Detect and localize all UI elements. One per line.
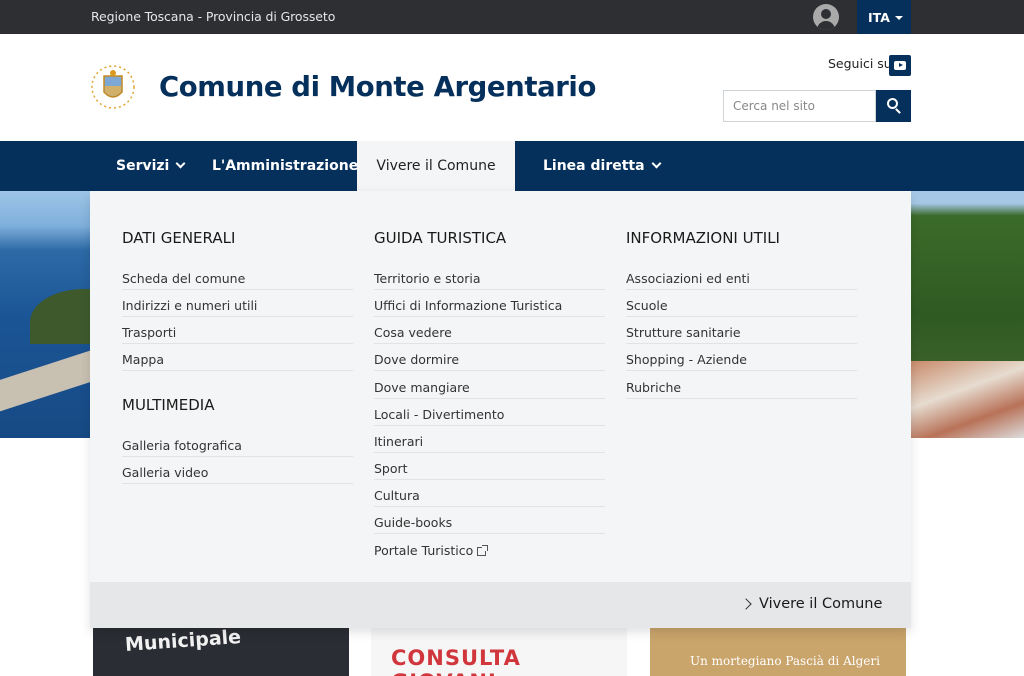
menu-link-dove-mangiare[interactable]: Dove mangiare <box>374 372 605 399</box>
hero-image-right <box>911 191 1024 438</box>
menu-link-locali[interactable]: Locali - Divertimento <box>374 399 605 426</box>
language-label: ITA <box>868 10 890 25</box>
menu-link-galleria-video[interactable]: Galleria video <box>122 457 353 484</box>
site-title[interactable]: Comune di Monte Argentario <box>159 71 596 103</box>
card-text: CONSULTA GIOVANI <box>391 646 521 676</box>
caret-down-icon <box>894 16 903 20</box>
menu-link-galleria-fotografica[interactable]: Galleria fotografica <box>122 430 353 457</box>
menu-link-itinerari[interactable]: Itinerari <box>374 426 605 453</box>
menu-link-trasporti[interactable]: Trasporti <box>122 317 353 344</box>
menu-link-cultura[interactable]: Cultura <box>374 480 605 507</box>
menu-link-mappa[interactable]: Mappa <box>122 344 353 371</box>
news-card-consulta-giovani[interactable]: CONSULTA GIOVANI <box>371 628 627 676</box>
chevron-right-icon <box>740 598 752 610</box>
section-title: GUIDA TURISTICA <box>374 229 507 247</box>
search-button[interactable] <box>876 90 911 122</box>
nav-item-servizi[interactable]: Servizi <box>116 141 186 191</box>
nav-item-vivere-il-comune[interactable]: Vivere il Comune <box>357 141 515 191</box>
region-label[interactable]: Regione Toscana - Provincia di Grosseto <box>91 9 335 24</box>
nav-item-amministrazione[interactable]: L'Amministrazione <box>212 141 375 191</box>
card-text: Un mortegiano Pascià di Algeri <box>690 654 880 668</box>
menu-link-guide-books[interactable]: Guide-books <box>374 507 605 534</box>
menu-link-shopping[interactable]: Shopping - Aziende <box>626 344 857 371</box>
top-bar: Regione Toscana - Provincia di Grosseto … <box>0 0 1024 34</box>
menu-link-territorio[interactable]: Territorio e storia <box>374 263 605 290</box>
youtube-icon[interactable] <box>889 55 911 76</box>
language-selector[interactable]: ITA <box>857 0 911 34</box>
municipal-crest-logo[interactable] <box>90 64 136 110</box>
menu-link-scheda-del-comune[interactable]: Scheda del comune <box>122 263 353 290</box>
chevron-down-icon <box>175 158 186 169</box>
mega-menu-footer: Vivere il Comune <box>90 582 911 628</box>
menu-link-strutture-sanitarie[interactable]: Strutture sanitarie <box>626 317 857 344</box>
search-input[interactable]: Cerca nel sito <box>723 90 876 122</box>
main-navigation: Servizi L'Amministrazione Vivere il Comu… <box>0 141 1024 191</box>
chevron-down-icon <box>651 158 662 169</box>
menu-link-scuole[interactable]: Scuole <box>626 290 857 317</box>
nav-item-linea-diretta[interactable]: Linea diretta <box>543 141 662 191</box>
news-card-police[interactable]: Municipale <box>93 628 349 676</box>
menu-link-rubriche[interactable]: Rubriche <box>626 372 857 399</box>
menu-link-associazioni[interactable]: Associazioni ed enti <box>626 263 857 290</box>
section-title: MULTIMEDIA <box>122 396 215 414</box>
menu-link-portale-turistico[interactable]: Portale Turistico <box>374 535 605 562</box>
follow-label: Seguici su <box>828 56 892 71</box>
menu-link-cosa-vedere[interactable]: Cosa vedere <box>374 317 605 344</box>
mega-menu: DATI GENERALI Scheda del comune Indirizz… <box>90 191 911 628</box>
menu-link-indirizzi[interactable]: Indirizzi e numeri utili <box>122 290 353 317</box>
hero-image-left <box>0 191 90 438</box>
mega-menu-footer-link[interactable]: Vivere il Comune <box>759 596 882 612</box>
user-icon[interactable] <box>813 4 839 30</box>
menu-link-sport[interactable]: Sport <box>374 453 605 480</box>
menu-link-dove-dormire[interactable]: Dove dormire <box>374 344 605 371</box>
news-card-book[interactable]: Un mortegiano Pascià di Algeri <box>650 628 906 676</box>
external-link-icon <box>477 545 489 556</box>
menu-link-uffici-informazione[interactable]: Uffici di Informazione Turistica <box>374 290 605 317</box>
section-title: INFORMAZIONI UTILI <box>626 229 780 247</box>
site-header: Comune di Monte Argentario Seguici su Ce… <box>0 34 1024 141</box>
section-title: DATI GENERALI <box>122 229 236 247</box>
search-placeholder: Cerca nel sito <box>733 99 815 113</box>
card-text: Municipale <box>124 628 242 657</box>
